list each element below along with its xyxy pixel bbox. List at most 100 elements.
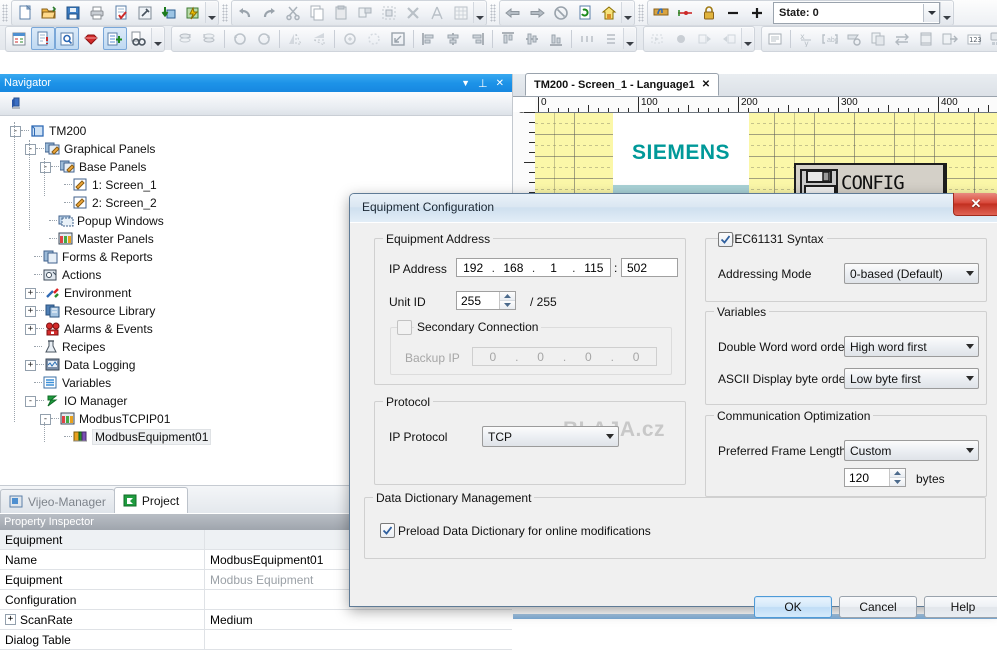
- navigator-pin-icon[interactable]: ⊥: [478, 77, 488, 90]
- property-value[interactable]: Medium: [205, 610, 512, 629]
- properties-icon[interactable]: [7, 27, 31, 50]
- ok-button[interactable]: OK: [754, 596, 832, 618]
- open-folder-icon[interactable]: [37, 1, 61, 24]
- tree-toggle-icon[interactable]: -: [25, 143, 36, 155]
- stop-icon[interactable]: [549, 1, 573, 24]
- zoom-in-icon[interactable]: [745, 1, 769, 24]
- toolbar-grip[interactable]: [2, 3, 8, 22]
- film-icon[interactable]: [914, 27, 938, 50]
- bring-front-icon[interactable]: [173, 27, 197, 50]
- delete-icon[interactable]: [401, 1, 425, 24]
- ascii-byte-order-chevron-down-icon[interactable]: [961, 376, 978, 381]
- navigator-dropdown-icon[interactable]: ▼: [461, 78, 470, 88]
- copy-icon[interactable]: [305, 1, 329, 24]
- ip-protocol-select[interactable]: TCP: [482, 426, 619, 447]
- ip-octet-3[interactable]: 1: [538, 261, 570, 275]
- distribute-h-icon[interactable]: [575, 27, 599, 50]
- tree-item-base-panels[interactable]: - Base Panels: [0, 158, 512, 176]
- navigator-build-icon[interactable]: [5, 92, 29, 115]
- binoculars-icon[interactable]: [127, 27, 151, 50]
- home-icon[interactable]: [597, 1, 621, 24]
- tree-toggle-icon[interactable]: +: [25, 323, 36, 335]
- align-right-icon[interactable]: [465, 27, 489, 50]
- toolbar-edit-overflow[interactable]: [473, 2, 485, 23]
- property-row[interactable]: Dialog Table: [0, 630, 512, 650]
- dialog-title-bar[interactable]: Equipment Configuration ✕: [350, 193, 997, 223]
- unit-id-spin-up-icon[interactable]: [500, 292, 515, 301]
- align-top-icon[interactable]: [496, 27, 520, 50]
- group-icon[interactable]: [377, 1, 401, 24]
- brackets-icon[interactable]: abc: [818, 27, 842, 50]
- preferred-frame-length-chevron-down-icon[interactable]: [961, 448, 978, 453]
- wrench-icon[interactable]: [133, 1, 157, 24]
- insert-plus-icon[interactable]: [103, 27, 127, 50]
- property-row[interactable]: + ScanRate Medium: [0, 610, 512, 630]
- lock-icon[interactable]: [697, 1, 721, 24]
- report-icon[interactable]: [31, 27, 55, 50]
- tree-item-graphical-panels[interactable]: - Graphical Panels: [0, 140, 512, 158]
- anim-record-icon[interactable]: [669, 27, 693, 50]
- iec-syntax-checkbox[interactable]: [718, 232, 733, 247]
- ascii-byte-order-select[interactable]: Low byte first: [844, 368, 979, 389]
- toolbar-nav-overflow[interactable]: [621, 2, 633, 23]
- navigator-tab-project[interactable]: Project: [113, 487, 189, 513]
- toolbar-grip[interactable]: [222, 3, 228, 22]
- property-value[interactable]: [205, 630, 512, 649]
- text-object-icon[interactable]: [763, 27, 787, 50]
- ip-octet-2[interactable]: 168: [497, 261, 529, 275]
- tree-item-tm200[interactable]: - TM200: [0, 122, 512, 140]
- hand-select-icon[interactable]: [649, 1, 673, 24]
- tree-toggle-icon[interactable]: +: [25, 287, 36, 299]
- state-selector[interactable]: State: 0: [773, 1, 940, 24]
- screen-canvas[interactable]: SIEMENS CONFIG: [535, 113, 997, 199]
- gem-icon[interactable]: [79, 27, 103, 50]
- paste-icon[interactable]: [329, 1, 353, 24]
- variable-xy-icon[interactable]: xy: [794, 27, 818, 50]
- download-icon[interactable]: [157, 1, 181, 24]
- lightning-icon[interactable]: [181, 1, 205, 24]
- tree-toggle-icon[interactable]: -: [40, 161, 51, 173]
- table-grid-icon[interactable]: [449, 1, 473, 24]
- document-tab[interactable]: TM200 - Screen_1 - Language1 ✕: [525, 73, 720, 96]
- anim-next-icon[interactable]: [717, 27, 741, 50]
- align-middle-icon[interactable]: [520, 27, 544, 50]
- frame-bytes-stepper[interactable]: 120: [844, 468, 906, 487]
- addressing-mode-chevron-down-icon[interactable]: [961, 271, 978, 276]
- frame-bytes-spin-up-icon[interactable]: [890, 469, 905, 478]
- save-icon[interactable]: [61, 1, 85, 24]
- anim-start-icon[interactable]: [645, 27, 669, 50]
- state-dropdown-arrow-icon[interactable]: [923, 3, 939, 22]
- script-icon[interactable]: [842, 27, 866, 50]
- toolbar-views-overflow[interactable]: [151, 28, 163, 49]
- tree-toggle-icon[interactable]: +: [25, 359, 36, 371]
- fit-icon[interactable]: [362, 27, 386, 50]
- preload-dictionary-checkbox[interactable]: [380, 523, 395, 538]
- flip-horizontal-icon[interactable]: [283, 27, 307, 50]
- unit-id-value[interactable]: 255: [457, 292, 499, 309]
- distribute-v-icon[interactable]: [599, 27, 623, 50]
- navigator-tab-vijeo-manager[interactable]: Vijeo-Manager: [0, 489, 115, 513]
- print-icon[interactable]: [85, 1, 109, 24]
- copies-icon[interactable]: [866, 27, 890, 50]
- help-button[interactable]: Help: [924, 596, 997, 618]
- frame-bytes-spin-down-icon[interactable]: [890, 478, 905, 486]
- toolbar-file-overflow[interactable]: [205, 2, 217, 23]
- tree-toggle-icon[interactable]: +: [25, 305, 36, 317]
- numeric-icon[interactable]: 123: [962, 27, 986, 50]
- flip-vertical-icon[interactable]: [307, 27, 331, 50]
- port-input[interactable]: 502: [621, 258, 678, 277]
- ip-octet-1[interactable]: 192: [457, 261, 489, 275]
- ip-octet-4[interactable]: 115: [578, 261, 610, 275]
- align-left-icon[interactable]: [417, 27, 441, 50]
- swap-icon[interactable]: [890, 27, 914, 50]
- cancel-button[interactable]: Cancel: [839, 596, 917, 618]
- resize-icon[interactable]: [386, 27, 410, 50]
- preferred-frame-length-select[interactable]: Custom: [844, 440, 979, 461]
- unit-id-stepper[interactable]: 255: [456, 291, 516, 310]
- export-icon[interactable]: [938, 27, 962, 50]
- secondary-connection-checkbox[interactable]: [397, 320, 412, 335]
- duplicate-icon[interactable]: [353, 1, 377, 24]
- ip-protocol-chevron-down-icon[interactable]: [601, 434, 618, 439]
- addressing-mode-select[interactable]: 0-based (Default): [844, 263, 979, 284]
- zoom-out-icon[interactable]: [721, 1, 745, 24]
